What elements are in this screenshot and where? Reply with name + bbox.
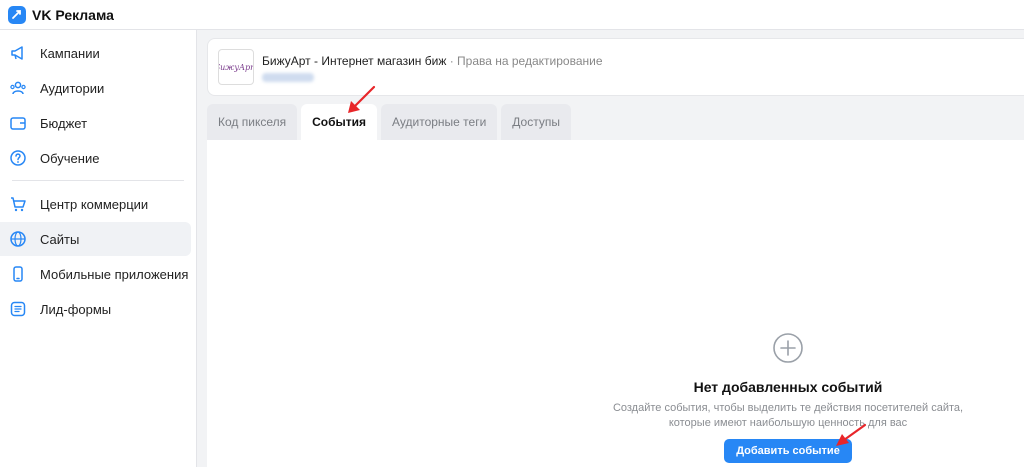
- sidebar-divider: [12, 180, 184, 181]
- phone-icon: [9, 265, 27, 283]
- sidebar-item-label: Кампании: [40, 45, 100, 61]
- site-logo-text: БижуАрт: [219, 62, 253, 72]
- empty-description-line-1: Создайте события, чтобы выделить те дейс…: [612, 402, 964, 414]
- brand-title[interactable]: VK Реклама: [32, 7, 114, 23]
- megaphone-icon: [9, 44, 27, 62]
- question-icon: [9, 149, 27, 167]
- cart-icon: [9, 195, 27, 213]
- site-info: БижуАрт - Интернет магазин биж · Права н…: [262, 53, 603, 82]
- vk-ads-logo-icon[interactable]: [8, 5, 26, 24]
- sidebar-item-audiences[interactable]: Аудитории: [0, 71, 191, 105]
- sidebar-item-lead-forms[interactable]: Лид-формы: [0, 292, 191, 326]
- plus-circle-icon: [773, 333, 803, 363]
- empty-description-line-2: которые имеют наибольшую ценность для ва…: [668, 417, 908, 429]
- sidebar-item-label: Бюджет: [40, 115, 88, 131]
- site-separator: ·: [446, 53, 458, 68]
- site-logo: БижуАрт: [218, 49, 254, 85]
- sidebar-item-budget[interactable]: Бюджет: [0, 106, 191, 140]
- site-title-row: БижуАрт - Интернет магазин биж · Права н…: [262, 53, 603, 69]
- sidebar-item-learning[interactable]: Обучение: [0, 141, 191, 175]
- sidebar-item-sites[interactable]: Сайты: [0, 222, 191, 256]
- tab-pixel-code[interactable]: Код пикселя: [207, 104, 298, 140]
- site-id-blurred: [262, 72, 314, 82]
- top-bar: VK Реклама: [0, 0, 1024, 30]
- wallet-icon: [9, 114, 27, 132]
- sidebar-item-label: Сайты: [40, 231, 80, 247]
- tabs-bar: Код пикселя События Аудиторные теги Дост…: [207, 104, 575, 140]
- users-icon: [9, 79, 27, 97]
- sidebar: Кампании Аудитории Бюджет Обучение Центр…: [0, 30, 197, 467]
- empty-title: Нет добавленных событий: [693, 379, 883, 395]
- site-name: БижуАрт - Интернет магазин биж: [262, 53, 447, 68]
- sidebar-item-label: Аудитории: [40, 80, 105, 96]
- sidebar-item-label: Мобильные приложения: [40, 266, 189, 282]
- tab-events[interactable]: События: [301, 104, 378, 140]
- globe-icon: [9, 230, 27, 248]
- list-icon: [9, 300, 27, 318]
- sidebar-item-label: Центр коммерции: [40, 196, 149, 212]
- add-event-button[interactable]: Добавить событие: [724, 439, 852, 463]
- sidebar-item-label: Обучение: [40, 150, 100, 166]
- empty-state: Нет добавленных событий Создайте события…: [582, 332, 994, 463]
- events-panel: Нет добавленных событий Создайте события…: [207, 140, 1024, 467]
- sidebar-item-label: Лид-формы: [40, 301, 112, 317]
- tab-audience-tags[interactable]: Аудиторные теги: [381, 104, 498, 140]
- sidebar-item-mobile-apps[interactable]: Мобильные приложения: [0, 257, 191, 291]
- site-header-card: БижуАрт БижуАрт - Интернет магазин биж ·…: [207, 38, 1024, 96]
- sidebar-item-commerce[interactable]: Центр коммерции: [0, 187, 191, 221]
- site-rights: Права на редактирование: [457, 53, 603, 68]
- tab-access[interactable]: Доступы: [501, 104, 571, 140]
- sidebar-item-campaigns[interactable]: Кампании: [0, 36, 191, 70]
